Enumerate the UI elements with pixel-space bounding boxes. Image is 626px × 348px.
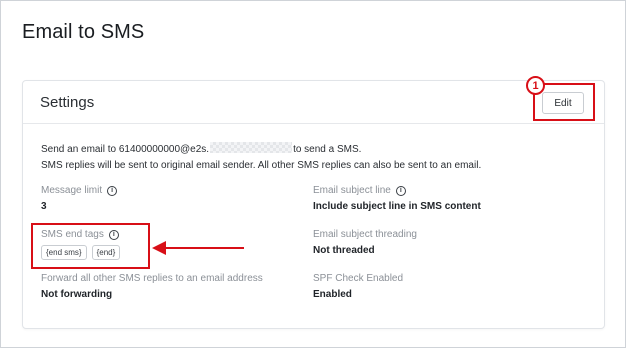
message-limit-value: 3 <box>41 201 47 212</box>
email-subject-line-field: Email subject line i Include subject line… <box>313 185 481 212</box>
spf-check-value: Enabled <box>313 289 352 300</box>
forward-replies-label: Forward all other SMS replies to an emai… <box>41 273 263 284</box>
message-limit-label: Message limit <box>41 185 103 196</box>
email-subject-threading-value: Not threaded <box>313 245 375 256</box>
message-limit-field: Message limit i 3 <box>41 185 118 212</box>
settings-description: Send an email to 61400000000@e2s. to send… <box>41 142 481 174</box>
info-icon[interactable]: i <box>395 185 406 196</box>
step-badge: 1 <box>526 76 545 95</box>
email-subject-threading-label: Email subject threading <box>313 229 417 240</box>
info-icon[interactable]: i <box>107 185 118 196</box>
email-subject-line-value: Include subject line in SMS content <box>313 201 481 212</box>
settings-title: Settings <box>40 94 95 111</box>
description-line-1: Send an email to 61400000000@e2s. to send… <box>41 142 481 158</box>
forward-replies-value: Not forwarding <box>41 289 113 300</box>
page-title: Email to SMS <box>22 21 145 43</box>
forward-replies-field: Forward all other SMS replies to an emai… <box>41 273 263 300</box>
description-line-2: SMS replies will be sent to original ema… <box>41 160 482 171</box>
send-sms-text: to send a SMS. <box>293 144 362 155</box>
end-tags-highlight-box <box>31 223 150 269</box>
spf-check-field: SPF Check Enabled Enabled <box>313 273 403 300</box>
send-email-text: Send an email to 61400000000@e2s. <box>41 144 210 155</box>
spf-check-label: SPF Check Enabled <box>313 273 404 284</box>
email-subject-line-label: Email subject line <box>313 185 391 196</box>
settings-card: Settings Edit Send an email to 614000000… <box>22 80 605 329</box>
email-subject-threading-field: Email subject threading Not threaded <box>313 229 417 256</box>
annotation-arrow-icon <box>152 241 244 255</box>
settings-card-header: Settings Edit <box>23 81 604 124</box>
redacted-address <box>210 142 293 153</box>
